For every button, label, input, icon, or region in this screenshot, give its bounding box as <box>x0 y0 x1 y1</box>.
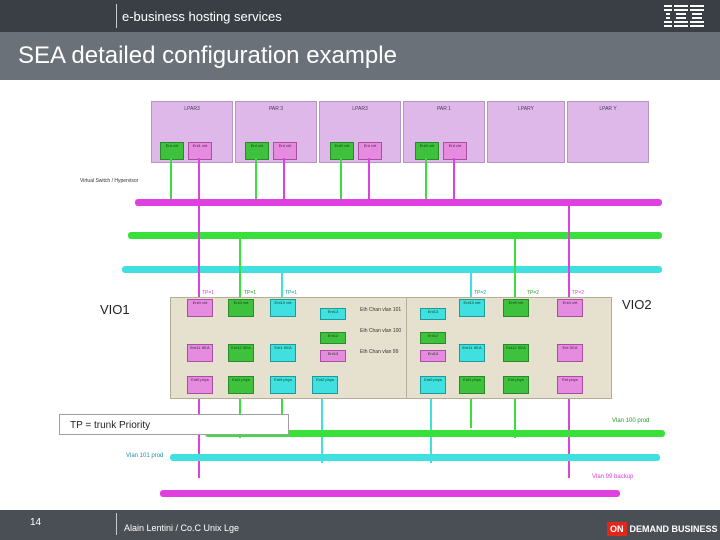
vio2-adapter: Ent13 <box>420 350 446 362</box>
etherchannel-label: Eth Chan vlan 99 <box>360 349 399 355</box>
vio1-adapter: Ent0 phys <box>187 376 213 394</box>
vio1-adapter: Ent3 virt <box>228 299 254 317</box>
tp-label: TP=2 <box>527 290 540 296</box>
vlan99-bus <box>160 490 620 497</box>
vio2-adapter: Ent9 virt <box>503 299 529 317</box>
vio2-adapter: Ent13 <box>420 308 446 320</box>
vlan101-bus <box>170 454 660 461</box>
vio2-adapter: Ent12 <box>420 332 446 344</box>
tp-label: TP=1 <box>285 290 298 296</box>
vlan99-label: Vlan 99 backup <box>592 474 634 480</box>
header-divider <box>116 4 117 28</box>
vio2-adapter: Ent0 phys <box>420 376 446 394</box>
slide-title: SEA detailed configuration example <box>18 42 397 69</box>
tp-label: TP=1 <box>244 290 257 296</box>
vio2-adapter: Ent1 phys <box>459 376 485 394</box>
cyan-bus <box>122 266 662 273</box>
trunk-priority-note: TP = trunk Priority <box>59 414 289 435</box>
vio1-adapter: Ent13 <box>320 350 346 362</box>
etherchannel-label: Eth Chan vlan 100 <box>360 328 402 334</box>
vio2-label: VIO2 <box>622 297 652 312</box>
magenta-bus <box>135 199 662 206</box>
vio1-adapter: Ent12 <box>320 332 346 344</box>
vio1-adapter: Ent12 SEA <box>228 344 254 362</box>
on-demand-logo-text: DEMAND BUSINESS <box>629 524 718 534</box>
vio2-adapter: Ent SEA <box>557 344 583 362</box>
etherchannel-label: Eth Chan vlan 101 <box>360 307 402 313</box>
footer-author: Alain Lentini / Co.C Unix Lge <box>124 523 240 533</box>
on-demand-logo-on: ON <box>607 522 627 536</box>
vio1-adapter: Ent13 <box>320 308 346 320</box>
vio2-adapter: Ent10 virt <box>459 299 485 317</box>
vio1-adapter: Ent1 phys <box>228 376 254 394</box>
vio2-adapter: Ent phys <box>557 376 583 394</box>
vio2-adapter: Ent phys <box>503 376 529 394</box>
tp-label: TP=2 <box>572 290 585 296</box>
vio1-adapter: Ent9 phys <box>270 376 296 394</box>
vio1-adapter: Ent10 virt <box>270 299 296 317</box>
header-bar <box>0 0 720 32</box>
page-number: 14 <box>30 517 42 528</box>
ibm-logo-icon <box>664 5 704 27</box>
footer-divider <box>116 513 117 535</box>
vlan100-label: Vlan 100 prod <box>612 418 650 424</box>
vio2-adapter: Ent11 SEA <box>459 344 485 362</box>
vio1-adapter: Ent2 phys <box>312 376 338 394</box>
vio1-adapter: Ent11 SEA <box>187 344 213 362</box>
vio2-adapter: Ent12 SEA <box>503 344 529 362</box>
header-title: e-business hosting services <box>122 9 282 24</box>
on-demand-logo: ON DEMAND BUSINESS <box>607 519 718 536</box>
tp-label: TP=2 <box>474 290 487 296</box>
vlan101-label: Vlan 101 prod <box>126 453 164 459</box>
vio1-adapter: Ent4 virt <box>187 299 213 317</box>
tp-label: TP=1 <box>202 290 215 296</box>
network-diagram <box>122 158 665 497</box>
vio1-label: VIO1 <box>100 302 130 317</box>
vio2-adapter: Ent4 virt <box>557 299 583 317</box>
green-bus <box>128 232 662 239</box>
vio1-adapter: Ent1 SEA <box>270 344 296 362</box>
lpar-connectors <box>170 158 455 202</box>
vio-connectors <box>198 206 570 297</box>
